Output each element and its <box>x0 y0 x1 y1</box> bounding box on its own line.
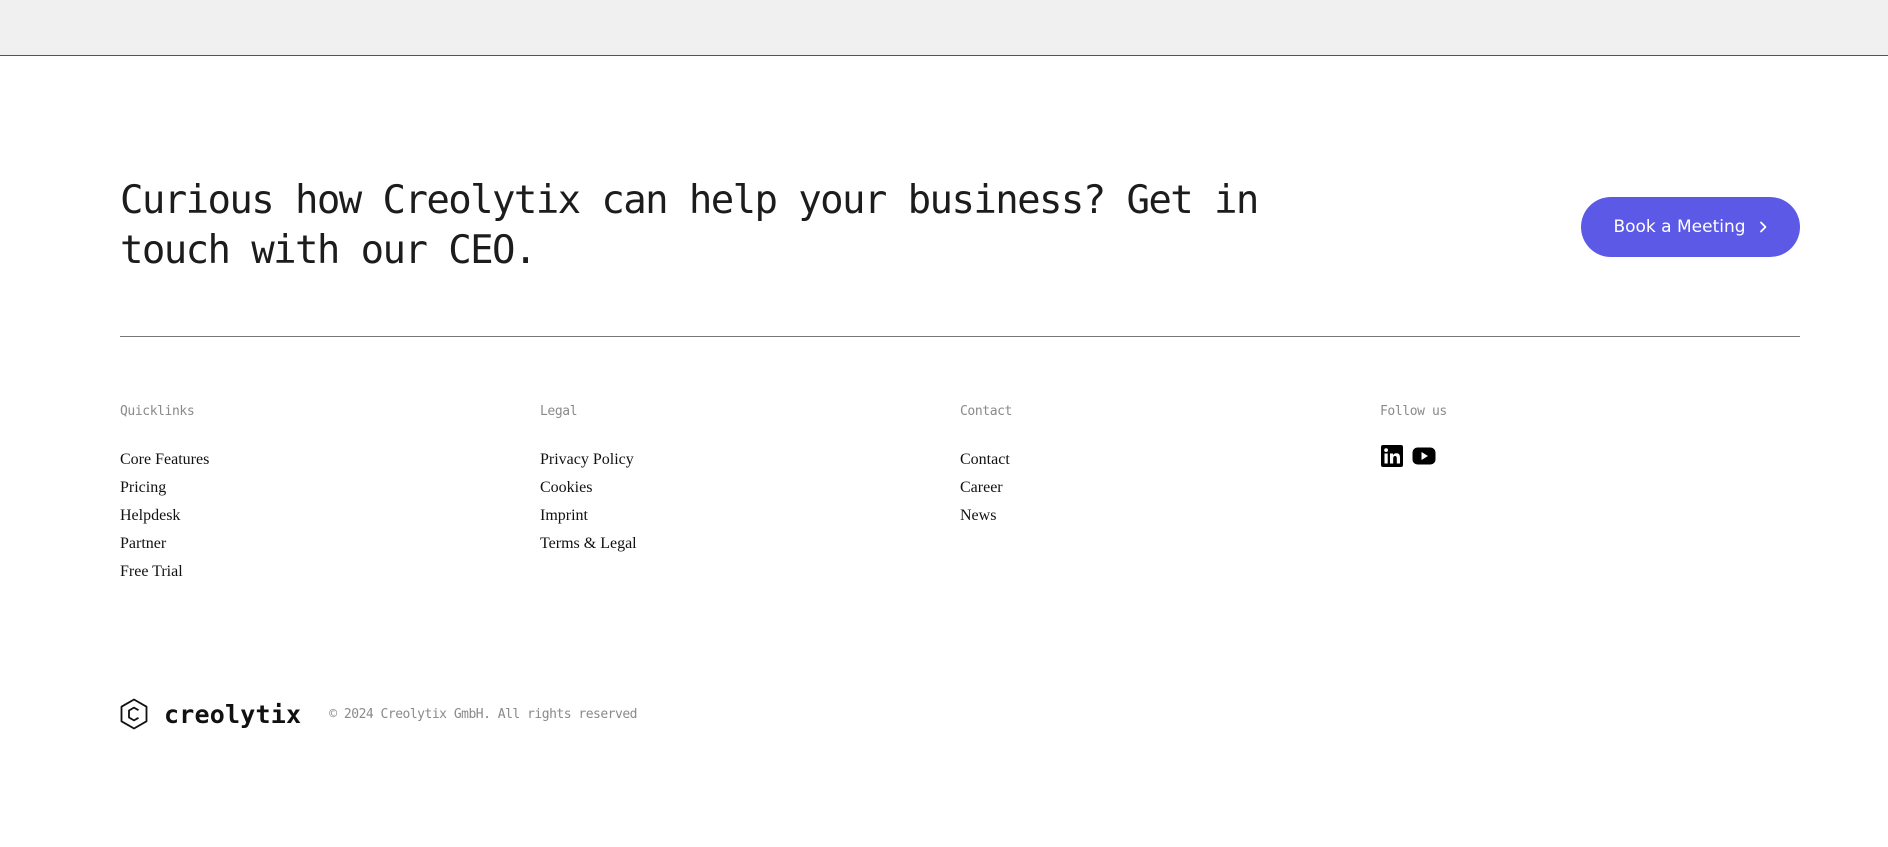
footer-col-quicklinks: Quicklinks Core Features Pricing Helpdes… <box>120 403 500 586</box>
hexagon-c-logo-icon[interactable] <box>120 698 148 730</box>
quicklinks-title: Quicklinks <box>120 404 195 419</box>
linkedin-icon[interactable] <box>1380 444 1404 468</box>
footer-link-core-features[interactable]: Core Features <box>120 446 500 474</box>
legal-title: Legal <box>540 404 578 419</box>
contact-title: Contact <box>960 404 1012 419</box>
youtube-icon[interactable] <box>1412 444 1436 468</box>
social-links <box>1380 444 1760 468</box>
footer-link-terms-legal[interactable]: Terms & Legal <box>540 530 920 558</box>
footer-link-news[interactable]: News <box>960 502 1340 530</box>
footer-link-privacy-policy[interactable]: Privacy Policy <box>540 446 920 474</box>
book-meeting-button[interactable]: Book a Meeting <box>1581 197 1800 257</box>
footer-link-helpdesk[interactable]: Helpdesk <box>120 502 500 530</box>
footer-link-cookies[interactable]: Cookies <box>540 474 920 502</box>
footer-col-contact: Contact Contact Career News <box>960 403 1340 530</box>
section-divider <box>120 336 1800 337</box>
book-meeting-label: Book a Meeting <box>1613 217 1746 237</box>
footer-col-follow: Follow us <box>1380 403 1760 468</box>
footer-link-free-trial[interactable]: Free Trial <box>120 558 500 586</box>
footer-link-pricing[interactable]: Pricing <box>120 474 500 502</box>
footer-bottom-bar: creolytix © 2024 Creolytix GmbH. All rig… <box>120 698 637 730</box>
footer-link-partner[interactable]: Partner <box>120 530 500 558</box>
chevron-right-icon <box>1758 221 1768 233</box>
copyright-text: © 2024 Creolytix GmbH. All rights reserv… <box>329 706 637 722</box>
footer-link-contact[interactable]: Contact <box>960 446 1340 474</box>
footer-link-imprint[interactable]: Imprint <box>540 502 920 530</box>
logo-wordmark[interactable]: creolytix <box>164 700 301 729</box>
footer-link-career[interactable]: Career <box>960 474 1340 502</box>
follow-title: Follow us <box>1380 404 1447 419</box>
cta-heading: Curious how Creolytix can help your busi… <box>120 178 1259 273</box>
top-band <box>0 0 1888 56</box>
footer-col-legal: Legal Privacy Policy Cookies Imprint Ter… <box>540 403 920 558</box>
